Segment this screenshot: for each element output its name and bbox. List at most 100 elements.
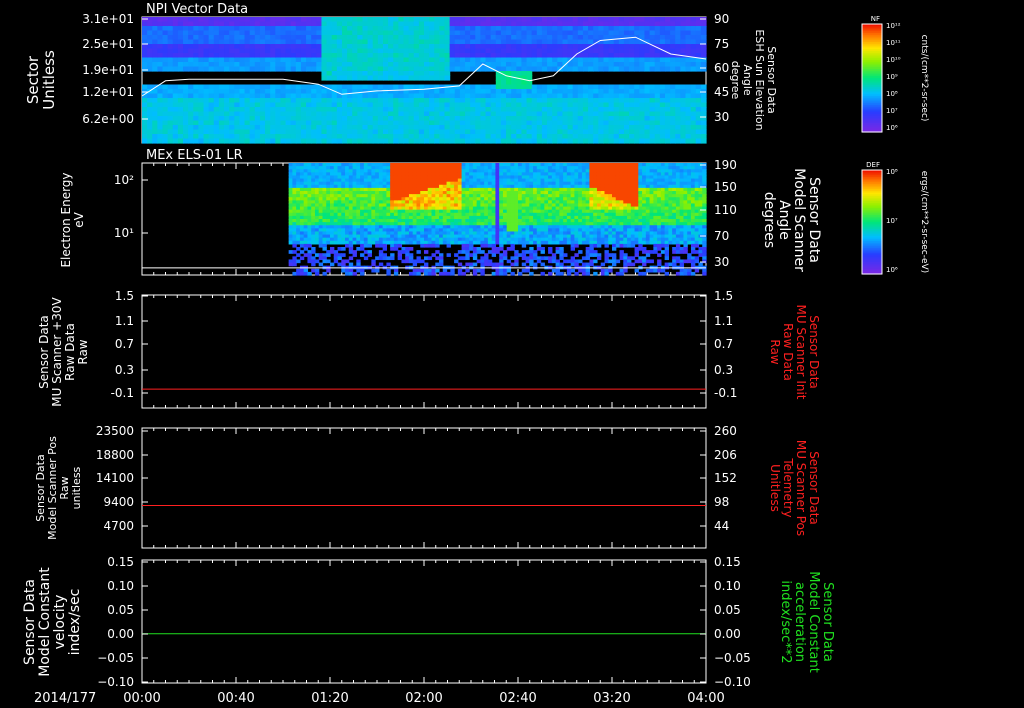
heatmap-cell: [506, 66, 512, 72]
heatmap-cell: [490, 26, 497, 32]
heatmap-cell: [244, 17, 251, 23]
heatmap-cell: [229, 30, 235, 36]
heatmap-cell: [427, 256, 433, 261]
heatmap-cell: [526, 48, 533, 54]
heatmap-cell: [316, 111, 323, 117]
heatmap-cell: [239, 35, 246, 41]
heatmap-cell: [439, 17, 446, 23]
heatmap-cell: [521, 62, 528, 68]
heatmap-cell: [511, 93, 517, 99]
heatmap-cell: [541, 120, 548, 126]
heatmap-cell: [634, 57, 640, 63]
heatmap-cell: [172, 53, 179, 59]
heatmap-cell: [480, 250, 485, 254]
heatmap-cell: [618, 111, 625, 117]
heatmap-cell: [162, 111, 169, 117]
heatmap-cell: [629, 98, 635, 104]
heatmap-cell: [280, 116, 287, 122]
heatmap-cell: [372, 107, 379, 113]
heatmap-cell: [675, 21, 681, 27]
heatmap-cell: [285, 98, 292, 104]
heatmap-cell: [644, 125, 651, 131]
heatmap-cell: [306, 17, 312, 23]
heatmap-cell: [295, 120, 302, 126]
heatmap-cell: [244, 44, 251, 50]
heatmap-cell: [203, 62, 210, 68]
heatmap-cell: [167, 21, 174, 27]
heatmap-cell: [541, 93, 548, 99]
heatmap-cell: [367, 129, 374, 135]
heatmap-cell: [613, 98, 620, 104]
heatmap-cell: [306, 98, 312, 104]
heatmap-cell: [506, 84, 512, 90]
heatmap-cell: [249, 111, 256, 117]
heatmap-cell: [536, 93, 543, 99]
heatmap-cell: [203, 35, 210, 41]
heatmap-cell: [147, 120, 153, 126]
heatmap-cell: [470, 125, 476, 131]
heatmap-cell: [382, 138, 389, 144]
heatmap-cell: [265, 93, 271, 99]
heatmap-cell: [382, 30, 389, 36]
heatmap-cell: [292, 262, 297, 267]
heatmap-cell: [618, 17, 625, 23]
heatmap-cell: [552, 48, 558, 54]
heatmap-cell: [654, 21, 661, 27]
heatmap-cell: [224, 125, 230, 131]
heatmap-cell: [330, 262, 335, 267]
heatmap-cell: [275, 120, 282, 126]
heatmap-cell: [557, 48, 564, 54]
heatmap-cell: [608, 84, 615, 90]
heatmap-cell: [516, 125, 523, 131]
heatmap-cell: [526, 71, 533, 77]
heatmap-cell: [577, 35, 584, 41]
heatmap-cell: [362, 26, 369, 32]
heatmap-cell: [670, 21, 676, 27]
heatmap-cell: [229, 125, 235, 131]
heatmap-cell: [290, 111, 297, 117]
heatmap-cell: [331, 57, 338, 63]
heatmap-cell: [434, 30, 440, 36]
heatmap-cell: [424, 138, 430, 144]
heatmap-cell: [429, 116, 435, 122]
heatmap-cell: [352, 35, 358, 41]
heatmap-cell: [457, 271, 463, 276]
heatmap-cell: [465, 84, 471, 90]
heatmap-cell: [572, 62, 579, 68]
heatmap-cell: [203, 48, 210, 54]
heatmap-cell: [639, 134, 646, 140]
heatmap-cell: [362, 53, 369, 59]
heatmap-cell: [244, 62, 251, 68]
heatmap-cell: [341, 116, 348, 122]
heatmap-cell: [649, 120, 656, 126]
heatmap-cell: [188, 93, 194, 99]
heatmap-cell: [234, 89, 241, 95]
heatmap-cell: [326, 107, 333, 113]
heatmap-cell: [408, 66, 415, 72]
heatmap-cell: [347, 35, 353, 41]
heatmap-cell: [147, 98, 153, 104]
heatmap-cell: [403, 138, 410, 144]
heatmap-cell: [470, 120, 476, 126]
heatmap-cell: [336, 57, 343, 63]
heatmap-cell: [608, 66, 615, 72]
heatmap-cell: [446, 271, 451, 276]
heatmap-cell: [265, 98, 271, 104]
heatmap-cell: [303, 247, 309, 251]
heatmap-cell: [629, 62, 635, 68]
heatmap-cell: [341, 26, 348, 32]
heatmap-cell: [680, 39, 687, 45]
heatmap-cell: [659, 21, 666, 27]
heatmap-cell: [454, 26, 461, 32]
heatmap-cell: [348, 250, 354, 254]
heatmap-cell: [593, 120, 599, 126]
heatmap-cell: [398, 111, 405, 117]
heatmap-cell: [685, 84, 692, 90]
heatmap-cell: [259, 21, 266, 27]
heatmap-cell: [490, 44, 497, 50]
heatmap-cell: [485, 57, 492, 63]
heatmap-cell: [162, 134, 169, 140]
heatmap-cell: [318, 243, 324, 248]
heatmap-cell: [142, 84, 148, 90]
heatmap-cell: [295, 57, 302, 63]
